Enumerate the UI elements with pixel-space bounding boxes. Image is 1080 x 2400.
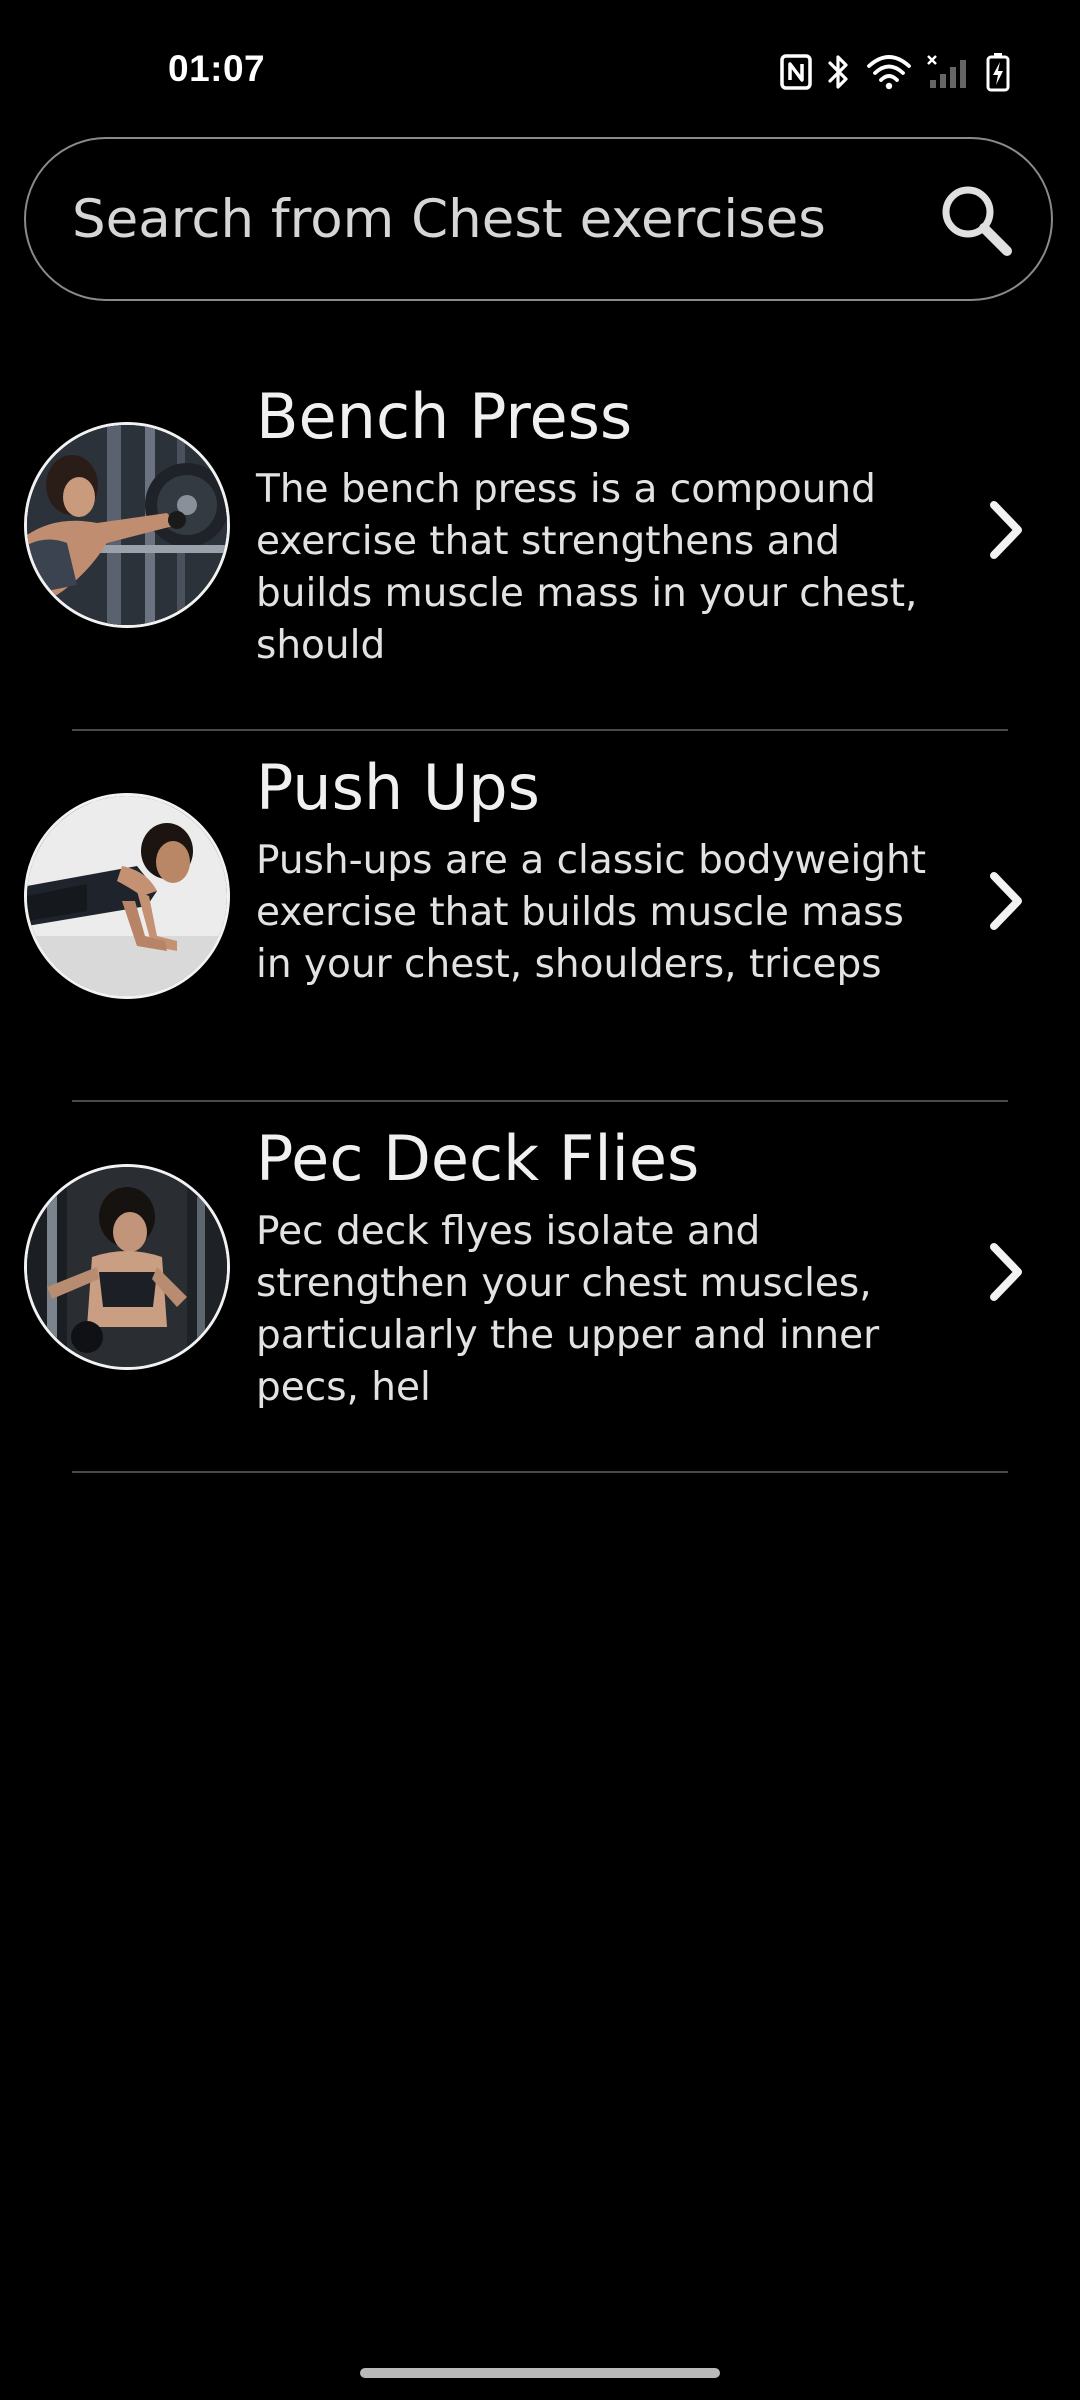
exercise-item-bench-press[interactable]: Bench Press The bench press is a compoun…: [0, 360, 1080, 731]
exercise-thumbnail: [24, 422, 230, 628]
exercise-description: The bench press is a compound exercise t…: [256, 467, 918, 668]
woman-at-weight-rack-photo: [27, 425, 227, 625]
exercise-title: Push Ups: [256, 751, 540, 824]
exercise-title: Bench Press: [256, 380, 633, 453]
navigation-gesture-handle[interactable]: [360, 2368, 720, 2378]
exercise-item-push-ups[interactable]: Push Ups Push-ups are a classic bodyweig…: [0, 731, 1080, 1102]
exercise-description: Pec deck flyes isolate and strengthen yo…: [256, 1209, 880, 1410]
exercise-thumbnail: [24, 1164, 230, 1370]
signal-icon: [927, 55, 966, 88]
exercise-item-pec-deck-flies[interactable]: Pec Deck Flies Pec deck flyes isolate an…: [0, 1102, 1080, 1473]
chevron-right-icon[interactable]: [982, 1237, 1032, 1307]
status-bar: 01:07: [0, 0, 1080, 140]
chevron-right-icon[interactable]: [982, 866, 1032, 936]
exercise-thumbnail: [24, 793, 230, 999]
search-icon[interactable]: [937, 181, 1015, 259]
woman-on-pec-deck-machine-photo: [27, 1167, 227, 1367]
exercise-title: Pec Deck Flies: [256, 1122, 700, 1195]
nfc-icon: [780, 54, 812, 90]
exercise-description: Push-ups are a classic bodyweight exerci…: [256, 838, 927, 987]
divider: [72, 1471, 1008, 1473]
bluetooth-icon: [828, 55, 848, 89]
woman-in-plank-position-photo: [27, 796, 227, 996]
status-time: 01:07: [168, 48, 266, 89]
chevron-right-icon[interactable]: [982, 495, 1032, 565]
exercise-list: Bench Press The bench press is a compoun…: [0, 360, 1080, 1473]
search-input[interactable]: [72, 139, 952, 299]
search-bar: [24, 137, 1053, 301]
wifi-icon: [867, 55, 911, 90]
status-icons: [780, 50, 1010, 94]
battery-charging-icon: [986, 53, 1010, 92]
